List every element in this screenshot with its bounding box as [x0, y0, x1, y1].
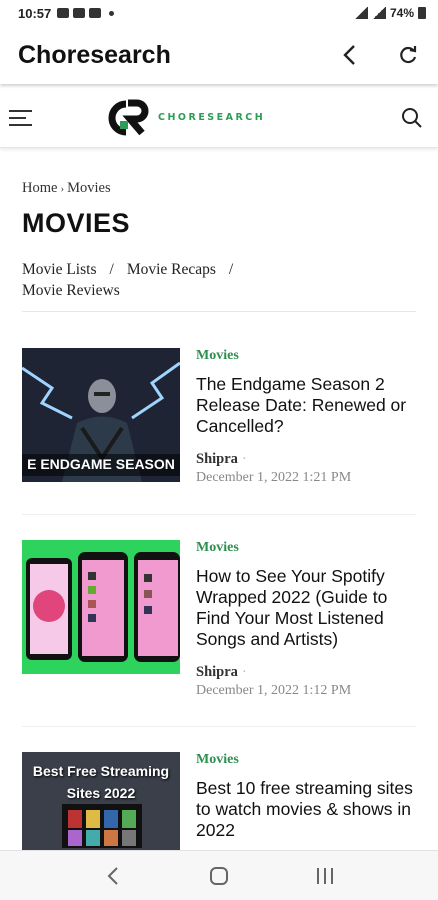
article-thumbnail[interactable]: E ENDGAME SEASON [22, 348, 180, 482]
app-title: Choresearch [18, 40, 171, 69]
article-meta: Movies The Endgame Season 2 Release Date… [196, 348, 418, 486]
article-thumbnail[interactable] [22, 540, 180, 674]
youtube-icon [73, 8, 86, 18]
article-meta: Movies Best 10 free streaming sites to w… [196, 752, 416, 841]
status-bar: 10:57 74% [0, 0, 438, 26]
article-category[interactable]: Movies [196, 540, 418, 556]
thumbnail-caption: Best Free Streaming Sites 2022 [32, 763, 170, 801]
article-category[interactable]: Movies [196, 752, 416, 768]
notification-icon [57, 8, 70, 18]
system-icons: 74% [353, 6, 426, 20]
thumbnail-caption: E ENDGAME SEASON [27, 456, 175, 472]
back-icon[interactable] [338, 43, 362, 67]
notification-icon [89, 8, 102, 18]
subnav-movie-lists[interactable]: Movie Lists [22, 261, 97, 278]
notification-icons [57, 8, 115, 18]
breadcrumb-home[interactable]: Home [22, 180, 57, 196]
article-card[interactable]: Best Free Streaming Sites 2022 Movies Be… [22, 752, 416, 850]
page-title: MOVIES [22, 208, 131, 238]
article-title[interactable]: The Endgame Season 2 Release Date: Renew… [196, 374, 418, 437]
page-header: Home › Movies MOVIES Movie Lists / Movie Rec… [22, 180, 416, 312]
breadcrumb: Home › Movies [22, 180, 416, 200]
system-nav-bar [0, 850, 438, 900]
author-dot: · [241, 664, 247, 680]
status-time: 10:57 [18, 5, 52, 21]
app-bar: Choresearch [0, 26, 438, 84]
subcategory-nav: Movie Lists / Movie Recaps / Movie Reviews [22, 259, 416, 312]
signal-icon [371, 7, 386, 19]
author-name[interactable]: Shipra [196, 451, 238, 467]
breadcrumb-separator: › [60, 183, 65, 195]
wifi-icon [353, 7, 368, 19]
subnav-separator: / [109, 261, 114, 278]
article-title[interactable]: How to See Your Spotify Wrapped 2022 (Gu… [196, 566, 418, 650]
article-card[interactable]: E ENDGAME SEASON Movies The Endgame Seas… [22, 348, 416, 518]
dot-icon [109, 10, 115, 16]
subnav-separator: / [228, 261, 234, 278]
logo-text: CHORESEARCH [158, 112, 266, 123]
hamburger-menu-icon[interactable] [8, 108, 34, 128]
subnav-movie-recaps[interactable]: Movie Recaps [127, 261, 216, 278]
app-actions [338, 43, 420, 67]
article-divider [22, 726, 416, 727]
article-card[interactable]: Movies How to See Your Spotify Wrapped 2… [22, 540, 416, 710]
nav-home-icon[interactable] [207, 864, 231, 888]
article-date: December 1, 2022 1:21 PM [196, 470, 352, 485]
article-author: Shipra · [196, 664, 418, 681]
battery-level: 74% [389, 6, 414, 20]
nav-back-icon[interactable] [101, 864, 125, 888]
author-name[interactable]: Shipra [196, 664, 238, 680]
article-thumbnail[interactable]: Best Free Streaming Sites 2022 [22, 752, 180, 850]
logo-mark-icon [108, 99, 149, 135]
refresh-icon[interactable] [396, 43, 420, 67]
article-author: Shipra · [196, 451, 418, 468]
nav-recents-icon[interactable] [313, 864, 337, 888]
article-category[interactable]: Movies [196, 348, 418, 364]
article-date: December 1, 2022 1:12 PM [196, 683, 352, 698]
breadcrumb-current: Movies [67, 180, 111, 196]
battery-icon [418, 7, 426, 19]
subnav-movie-reviews[interactable]: Movie Reviews [22, 282, 120, 299]
search-icon[interactable] [400, 106, 424, 130]
article-divider [22, 514, 416, 515]
article-title[interactable]: Best 10 free streaming sites to watch mo… [196, 778, 416, 841]
site-header: CHORESEARCH [0, 88, 438, 148]
article-meta: Movies How to See Your Spotify Wrapped 2… [196, 540, 418, 699]
site-logo[interactable]: CHORESEARCH [106, 99, 265, 137]
author-dot: · [241, 451, 247, 467]
